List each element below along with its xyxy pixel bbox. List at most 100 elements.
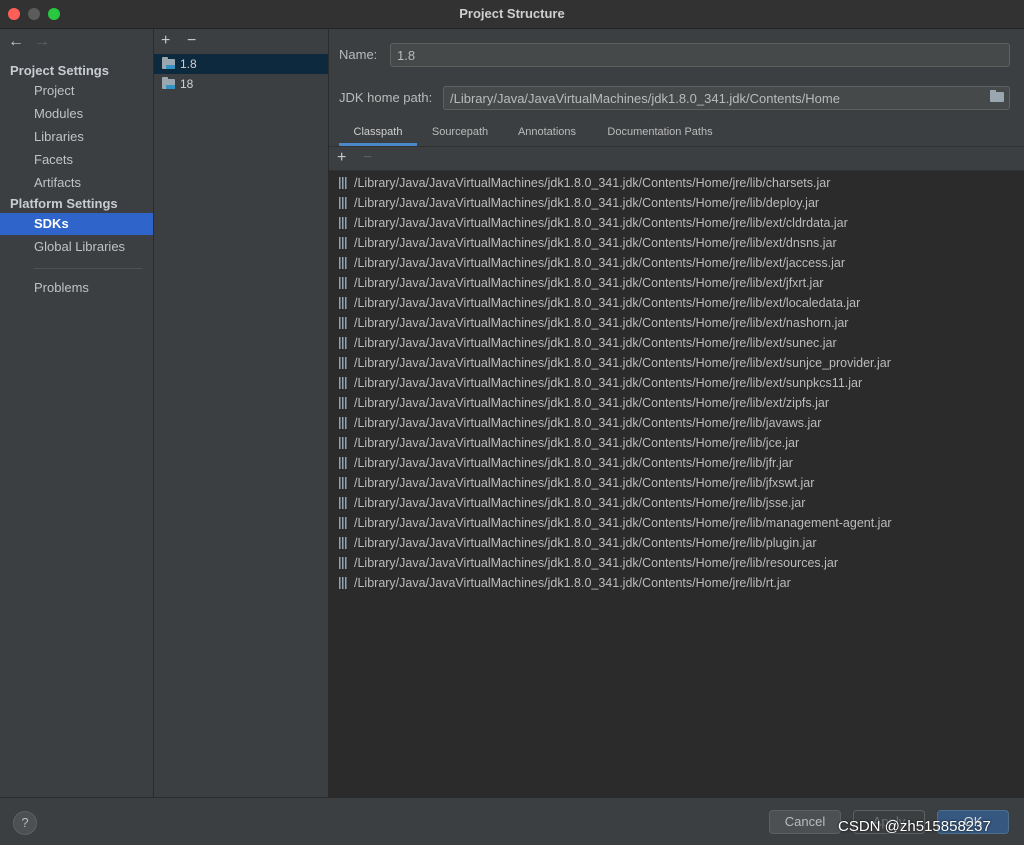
path-text: /Library/Java/JavaVirtualMachines/jdk1.8…: [354, 376, 863, 390]
jar-icon: [339, 437, 348, 449]
project-settings-header: Project Settings: [10, 63, 109, 78]
path-text: /Library/Java/JavaVirtualMachines/jdk1.8…: [354, 236, 837, 250]
jar-icon: [339, 537, 348, 549]
path-text: /Library/Java/JavaVirtualMachines/jdk1.8…: [354, 276, 824, 290]
list-item[interactable]: /Library/Java/JavaVirtualMachines/jdk1.8…: [339, 573, 791, 593]
classpath-list: /Library/Java/JavaVirtualMachines/jdk1.8…: [329, 170, 1024, 798]
jar-icon: [339, 457, 348, 469]
sdk-item-label: 1.8: [180, 57, 197, 71]
list-item[interactable]: /Library/Java/JavaVirtualMachines/jdk1.8…: [339, 433, 799, 453]
tab-divider: [329, 146, 1024, 147]
jar-icon: [339, 297, 348, 309]
list-item[interactable]: /Library/Java/JavaVirtualMachines/jdk1.8…: [339, 193, 819, 213]
jar-icon: [339, 257, 348, 269]
list-item[interactable]: /Library/Java/JavaVirtualMachines/jdk1.8…: [339, 513, 892, 533]
list-item[interactable]: /Library/Java/JavaVirtualMachines/jdk1.8…: [339, 493, 805, 513]
jar-icon: [339, 377, 348, 389]
sidebar-item-sdks[interactable]: SDKs: [0, 213, 153, 235]
sdk-folder-icon: [162, 77, 175, 89]
path-text: /Library/Java/JavaVirtualMachines/jdk1.8…: [354, 556, 839, 570]
jar-icon: [339, 477, 348, 489]
list-item[interactable]: /Library/Java/JavaVirtualMachines/jdk1.8…: [339, 533, 817, 553]
remove-sdk-icon[interactable]: −: [187, 33, 196, 49]
list-item[interactable]: /Library/Java/JavaVirtualMachines/jdk1.8…: [339, 453, 793, 473]
name-label: Name:: [339, 47, 378, 62]
jar-icon: [339, 557, 348, 569]
sidebar-item-global-libraries[interactable]: Global Libraries: [0, 236, 153, 258]
tab-documentation-paths[interactable]: Documentation Paths: [595, 120, 725, 146]
browse-folder-icon[interactable]: [990, 90, 1004, 102]
sdk-item-1-8[interactable]: 1.8: [154, 54, 328, 74]
jar-icon: [339, 277, 348, 289]
title-bar: Project Structure: [0, 0, 1024, 29]
list-item[interactable]: /Library/Java/JavaVirtualMachines/jdk1.8…: [339, 353, 891, 373]
watermark-text: CSDN @zh515858237: [838, 818, 991, 835]
path-text: /Library/Java/JavaVirtualMachines/jdk1.8…: [354, 496, 806, 510]
path-text: /Library/Java/JavaVirtualMachines/jdk1.8…: [354, 396, 829, 410]
jar-icon: [339, 357, 348, 369]
sdk-list-panel: + − 1.8 18: [154, 29, 329, 797]
path-text: /Library/Java/JavaVirtualMachines/jdk1.8…: [354, 216, 848, 230]
sdk-item-18[interactable]: 18: [154, 74, 328, 94]
sidebar-item-libraries[interactable]: Libraries: [0, 126, 153, 148]
remove-path-icon[interactable]: −: [363, 150, 372, 166]
sdk-folder-icon: [162, 57, 175, 69]
add-sdk-icon[interactable]: +: [161, 33, 170, 49]
path-text: /Library/Java/JavaVirtualMachines/jdk1.8…: [354, 256, 845, 270]
back-arrow-icon[interactable]: ←: [8, 33, 24, 51]
list-item[interactable]: /Library/Java/JavaVirtualMachines/jdk1.8…: [339, 213, 848, 233]
name-field[interactable]: 1.8: [390, 43, 1010, 67]
jdk-home-path-field[interactable]: /Library/Java/JavaVirtualMachines/jdk1.8…: [443, 86, 1010, 110]
jar-icon: [339, 497, 348, 509]
sidebar-item-facets[interactable]: Facets: [0, 149, 153, 171]
tab-annotations[interactable]: Annotations: [507, 120, 587, 146]
jdk-home-label: JDK home path:: [339, 90, 433, 105]
tab-sourcepath[interactable]: Sourcepath: [421, 120, 499, 146]
jar-icon: [339, 177, 348, 189]
path-text: /Library/Java/JavaVirtualMachines/jdk1.8…: [354, 336, 837, 350]
list-item[interactable]: /Library/Java/JavaVirtualMachines/jdk1.8…: [339, 553, 838, 573]
path-text: /Library/Java/JavaVirtualMachines/jdk1.8…: [354, 436, 800, 450]
list-item[interactable]: /Library/Java/JavaVirtualMachines/jdk1.8…: [339, 313, 848, 333]
path-text: /Library/Java/JavaVirtualMachines/jdk1.8…: [354, 176, 831, 190]
jar-icon: [339, 317, 348, 329]
path-text: /Library/Java/JavaVirtualMachines/jdk1.8…: [354, 296, 861, 310]
cancel-button[interactable]: Cancel: [769, 810, 841, 834]
path-text: /Library/Java/JavaVirtualMachines/jdk1.8…: [354, 356, 891, 370]
jar-icon: [339, 417, 348, 429]
list-item[interactable]: /Library/Java/JavaVirtualMachines/jdk1.8…: [339, 273, 823, 293]
list-item[interactable]: /Library/Java/JavaVirtualMachines/jdk1.8…: [339, 473, 814, 493]
path-text: /Library/Java/JavaVirtualMachines/jdk1.8…: [354, 476, 815, 490]
sdk-item-label: 18: [180, 77, 194, 91]
list-item[interactable]: /Library/Java/JavaVirtualMachines/jdk1.8…: [339, 333, 837, 353]
list-item[interactable]: /Library/Java/JavaVirtualMachines/jdk1.8…: [339, 373, 862, 393]
list-item[interactable]: /Library/Java/JavaVirtualMachines/jdk1.8…: [339, 173, 830, 193]
add-path-icon[interactable]: +: [337, 150, 346, 166]
list-item[interactable]: /Library/Java/JavaVirtualMachines/jdk1.8…: [339, 393, 829, 413]
jar-icon: [339, 517, 348, 529]
jdk-home-path-value: /Library/Java/JavaVirtualMachines/jdk1.8…: [450, 91, 840, 106]
path-text: /Library/Java/JavaVirtualMachines/jdk1.8…: [354, 516, 892, 530]
path-text: /Library/Java/JavaVirtualMachines/jdk1.8…: [354, 536, 817, 550]
list-item[interactable]: /Library/Java/JavaVirtualMachines/jdk1.8…: [339, 233, 837, 253]
sidebar-item-modules[interactable]: Modules: [0, 103, 153, 125]
path-text: /Library/Java/JavaVirtualMachines/jdk1.8…: [354, 196, 820, 210]
help-button[interactable]: ?: [13, 811, 37, 835]
sdk-details-panel: Name: 1.8 JDK home path: /Library/Java/J…: [329, 29, 1024, 798]
sidebar-divider: [34, 268, 142, 269]
path-text: /Library/Java/JavaVirtualMachines/jdk1.8…: [354, 316, 849, 330]
jar-icon: [339, 577, 348, 589]
jar-icon: [339, 237, 348, 249]
sidebar-item-project[interactable]: Project: [0, 80, 153, 102]
list-item[interactable]: /Library/Java/JavaVirtualMachines/jdk1.8…: [339, 253, 845, 273]
forward-arrow-icon[interactable]: →: [34, 33, 50, 51]
tab-classpath[interactable]: Classpath: [339, 120, 417, 146]
sidebar-item-problems[interactable]: Problems: [0, 277, 153, 299]
list-item[interactable]: /Library/Java/JavaVirtualMachines/jdk1.8…: [339, 413, 821, 433]
path-text: /Library/Java/JavaVirtualMachines/jdk1.8…: [354, 576, 791, 590]
window-title: Project Structure: [459, 6, 565, 21]
jar-icon: [339, 217, 348, 229]
list-item[interactable]: /Library/Java/JavaVirtualMachines/jdk1.8…: [339, 293, 860, 313]
path-text: /Library/Java/JavaVirtualMachines/jdk1.8…: [354, 416, 822, 430]
sidebar-item-artifacts[interactable]: Artifacts: [0, 172, 153, 194]
